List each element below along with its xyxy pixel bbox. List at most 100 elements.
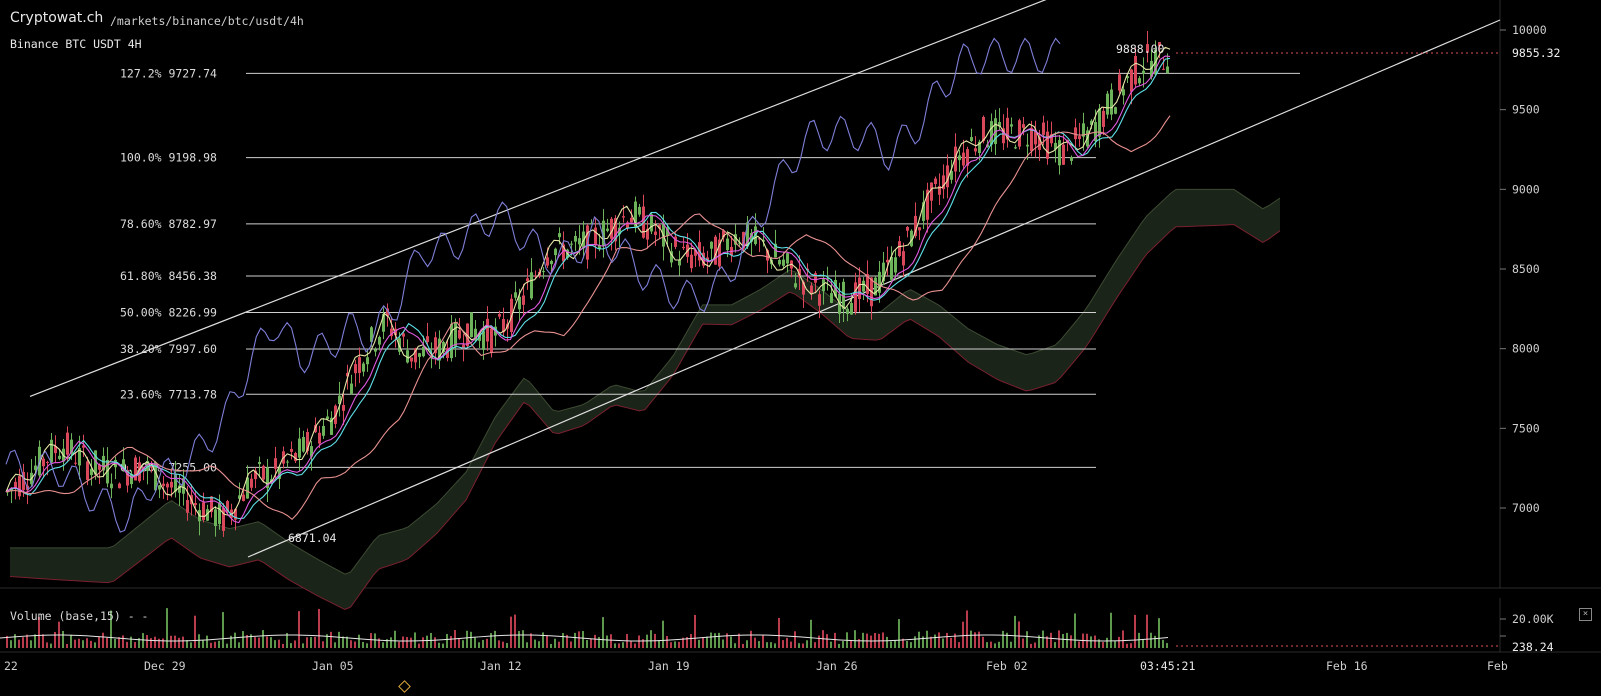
volume-bar xyxy=(334,642,336,648)
volume-bar xyxy=(574,632,576,648)
volume-bar xyxy=(1002,630,1004,648)
volume-bar xyxy=(666,635,668,648)
candle-body xyxy=(810,285,813,294)
volume-bar xyxy=(194,615,196,648)
volume-bar xyxy=(886,636,888,648)
volume-bar xyxy=(442,643,444,648)
volume-bar xyxy=(414,632,416,648)
candle-body xyxy=(898,241,901,257)
volume-bar xyxy=(126,641,128,648)
volume-bar xyxy=(1146,614,1148,648)
candle-body xyxy=(1106,93,1109,115)
candle-body xyxy=(1010,124,1013,127)
candle-body xyxy=(222,508,225,531)
volume-bar xyxy=(1122,630,1124,648)
candle-body xyxy=(1114,107,1117,114)
candle-body xyxy=(858,277,861,300)
volume-bar xyxy=(358,634,360,648)
volume-bar xyxy=(26,634,28,648)
candle-body xyxy=(918,227,921,231)
candle-body xyxy=(322,426,325,436)
volume-bar xyxy=(1166,643,1168,648)
volume-bar xyxy=(382,642,384,648)
volume-bar xyxy=(262,630,264,648)
candle-body xyxy=(258,461,261,465)
candle-body xyxy=(890,256,893,280)
volume-bar xyxy=(154,636,156,648)
volume-bar xyxy=(258,637,260,648)
volume-bar xyxy=(714,633,716,648)
volume-bar xyxy=(618,643,620,648)
volume-bar xyxy=(198,634,200,648)
volume-bar xyxy=(762,635,764,648)
volume-bar xyxy=(694,614,696,648)
candle-body xyxy=(46,461,49,463)
volume-bar xyxy=(1074,613,1076,648)
candle-body xyxy=(962,152,965,166)
volume-bar xyxy=(426,635,428,648)
volume-bar xyxy=(1030,643,1032,648)
volume-bar xyxy=(510,616,512,648)
volume-bar xyxy=(86,638,88,648)
candle-body xyxy=(1102,110,1105,127)
y-tick-label: 9000 xyxy=(1512,182,1540,196)
volume-bar xyxy=(14,634,16,648)
volume-bar xyxy=(982,636,984,648)
volume-bar xyxy=(182,636,184,648)
volume-bar xyxy=(418,643,420,648)
candle-body xyxy=(682,246,685,249)
x-tick-label: Feb xyxy=(1487,659,1508,673)
volume-bar xyxy=(890,641,892,648)
volume-bar xyxy=(870,635,872,648)
volume-bar xyxy=(362,641,364,648)
volume-bar xyxy=(1078,641,1080,648)
candle-body xyxy=(482,331,485,350)
volume-bar xyxy=(978,631,980,648)
volume-bar xyxy=(710,632,712,648)
volume-bar xyxy=(1018,621,1020,648)
volume-bar xyxy=(338,631,340,648)
candle-body xyxy=(578,238,581,245)
candle-body xyxy=(498,314,501,317)
price-chart[interactable]: 7000 7500 8000 8500 9000 9500 10000 22 Dec 29 Jan… xyxy=(0,0,1601,696)
volume-bar xyxy=(894,640,896,648)
volume-bar xyxy=(830,641,832,648)
volume-bar xyxy=(958,642,960,648)
volume-bar xyxy=(938,632,940,648)
volume-bar xyxy=(538,641,540,648)
volume-bar xyxy=(218,640,220,648)
volume-bar xyxy=(698,639,700,648)
volume-bar xyxy=(238,642,240,648)
brand-logo[interactable]: Cryptowat.ch xyxy=(10,10,103,26)
volume-bar xyxy=(470,631,472,648)
volume-bar xyxy=(422,637,424,648)
fib-label: 38.20% 7997.60 xyxy=(120,342,217,356)
volume-bar xyxy=(398,641,400,648)
candle-body xyxy=(402,333,405,337)
volume-bar xyxy=(266,636,268,648)
volume-bar xyxy=(190,642,192,648)
volume-bar xyxy=(750,630,752,648)
volume-bar xyxy=(494,630,496,648)
volume-bar xyxy=(302,643,304,648)
volume-bar xyxy=(834,632,836,648)
candle-body xyxy=(1134,55,1137,85)
volume-bar xyxy=(222,612,224,648)
candle-body xyxy=(678,259,681,266)
volume-bar xyxy=(514,614,516,648)
volume-bar xyxy=(102,632,104,648)
candle-body xyxy=(930,182,933,201)
close-icon[interactable]: × xyxy=(1579,608,1592,621)
candle-body xyxy=(262,465,265,480)
volume-bar xyxy=(554,638,556,648)
candle-body xyxy=(110,483,113,489)
volume-bar xyxy=(926,630,928,648)
volume-bar xyxy=(54,631,56,648)
volume-bar xyxy=(798,643,800,648)
volume-bar xyxy=(330,631,332,648)
volume-bar xyxy=(1154,635,1156,648)
candle-body xyxy=(650,214,653,232)
candle-body xyxy=(1122,89,1125,96)
volume-bar xyxy=(910,642,912,648)
candle-body xyxy=(326,416,329,420)
